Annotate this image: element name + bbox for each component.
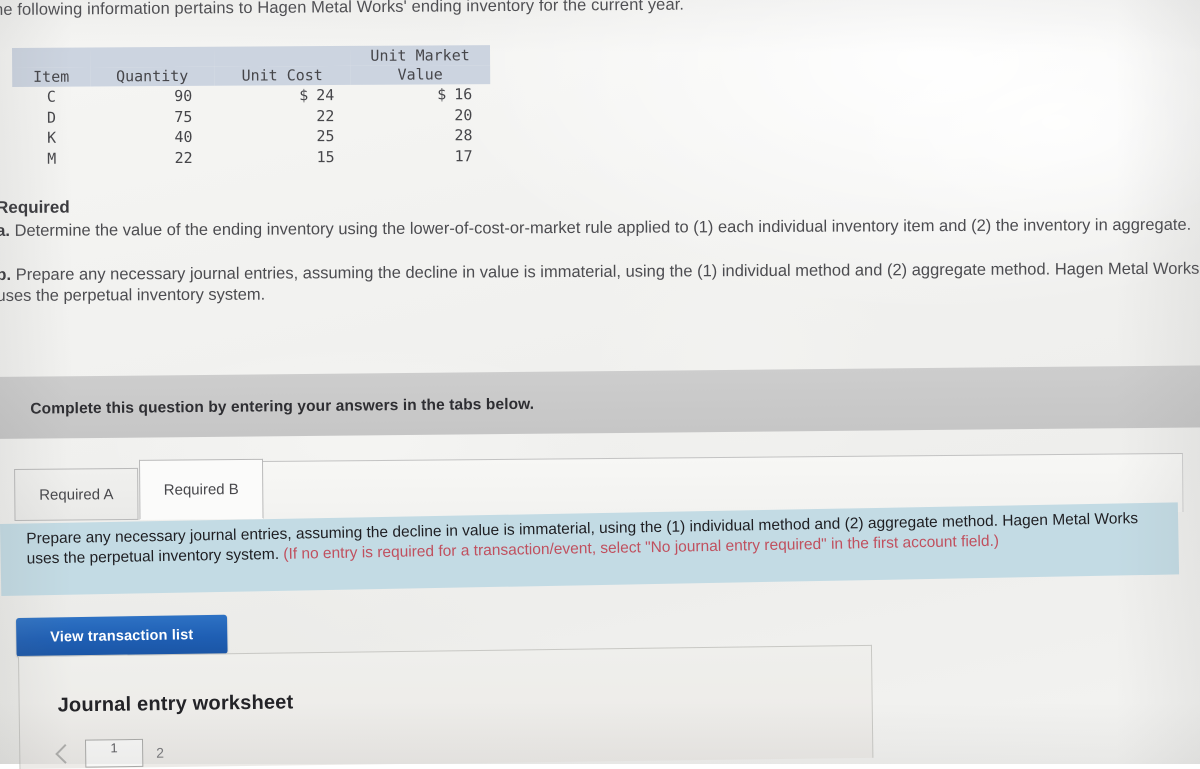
cell-item: K — [46, 128, 57, 147]
cell-quantity: 40 — [174, 127, 193, 147]
cell-item: C — [46, 87, 56, 106]
tab-required-b[interactable]: Required B — [138, 458, 264, 520]
view-transaction-list-button[interactable]: View transaction list — [16, 614, 228, 657]
complete-question-banner: Complete this question by entering your … — [0, 365, 1200, 439]
table-row: M 22 15 17 — [13, 146, 491, 169]
required-section: Required a. Determine the value of the e… — [0, 191, 1200, 309]
required-a-label: a. — [0, 221, 10, 240]
cell-unit-market-value: 28 — [454, 126, 473, 145]
table-header-unit-cost: Unit Cost — [214, 65, 351, 86]
inventory-data-table: Unit Market Item Quantity Unit Cost Valu… — [12, 45, 491, 169]
view-transaction-list-label: View transaction list — [50, 626, 194, 645]
required-b-text: Prepare any necessary journal entries, a… — [0, 259, 1200, 306]
cell-unit-cost: 15 — [316, 147, 335, 166]
table-row: C 90 $24 $16 — [12, 84, 490, 107]
tab-required-a[interactable]: Required A — [14, 467, 139, 521]
pager-next-page[interactable]: 2 — [156, 745, 164, 761]
cell-unit-cost: 22 — [316, 106, 335, 125]
cell-unit-cost: 25 — [316, 127, 335, 146]
tab-required-a-label: Required A — [39, 485, 114, 504]
cell-quantity: 22 — [174, 148, 193, 167]
tab-strip: Required A Required B — [14, 458, 264, 521]
cell-unit-market-value: $16 — [437, 85, 473, 104]
required-b-label: b. — [0, 265, 12, 284]
table-header-unit-market-line2: Value — [350, 65, 491, 85]
table-header-quantity: Quantity — [90, 66, 215, 87]
pager-current-page[interactable]: 1 — [84, 738, 144, 768]
table-header-spacer-cost — [213, 45, 351, 67]
cell-unit-cost: $24 — [299, 86, 335, 105]
cell-quantity: 90 — [174, 86, 193, 106]
cell-item: M — [47, 149, 57, 168]
table-header-spacer-qty — [89, 46, 215, 68]
required-b-paragraph: b. Prepare any necessary journal entries… — [0, 258, 1200, 308]
pager-previous-icon[interactable] — [55, 744, 76, 764]
required-a-text: Determine the value of the ending invent… — [14, 215, 1192, 240]
table-row: K 40 25 28 — [12, 125, 490, 148]
cell-quantity: 75 — [174, 107, 193, 126]
table-row: D 75 22 20 — [12, 105, 490, 128]
cell-unit-market-value: 17 — [454, 146, 473, 165]
journal-entry-worksheet-title: Journal entry worksheet — [57, 691, 294, 717]
table-header-unit-market-line1: Unit Market — [349, 45, 491, 66]
complete-question-text: Complete this question by entering your … — [30, 395, 535, 418]
table-header-spacer-item — [12, 47, 91, 68]
cell-item: D — [46, 108, 56, 127]
tab-required-b-label: Required B — [163, 480, 239, 499]
cell-unit-market-value: 20 — [454, 105, 473, 124]
table-header-item: Item — [12, 67, 91, 87]
